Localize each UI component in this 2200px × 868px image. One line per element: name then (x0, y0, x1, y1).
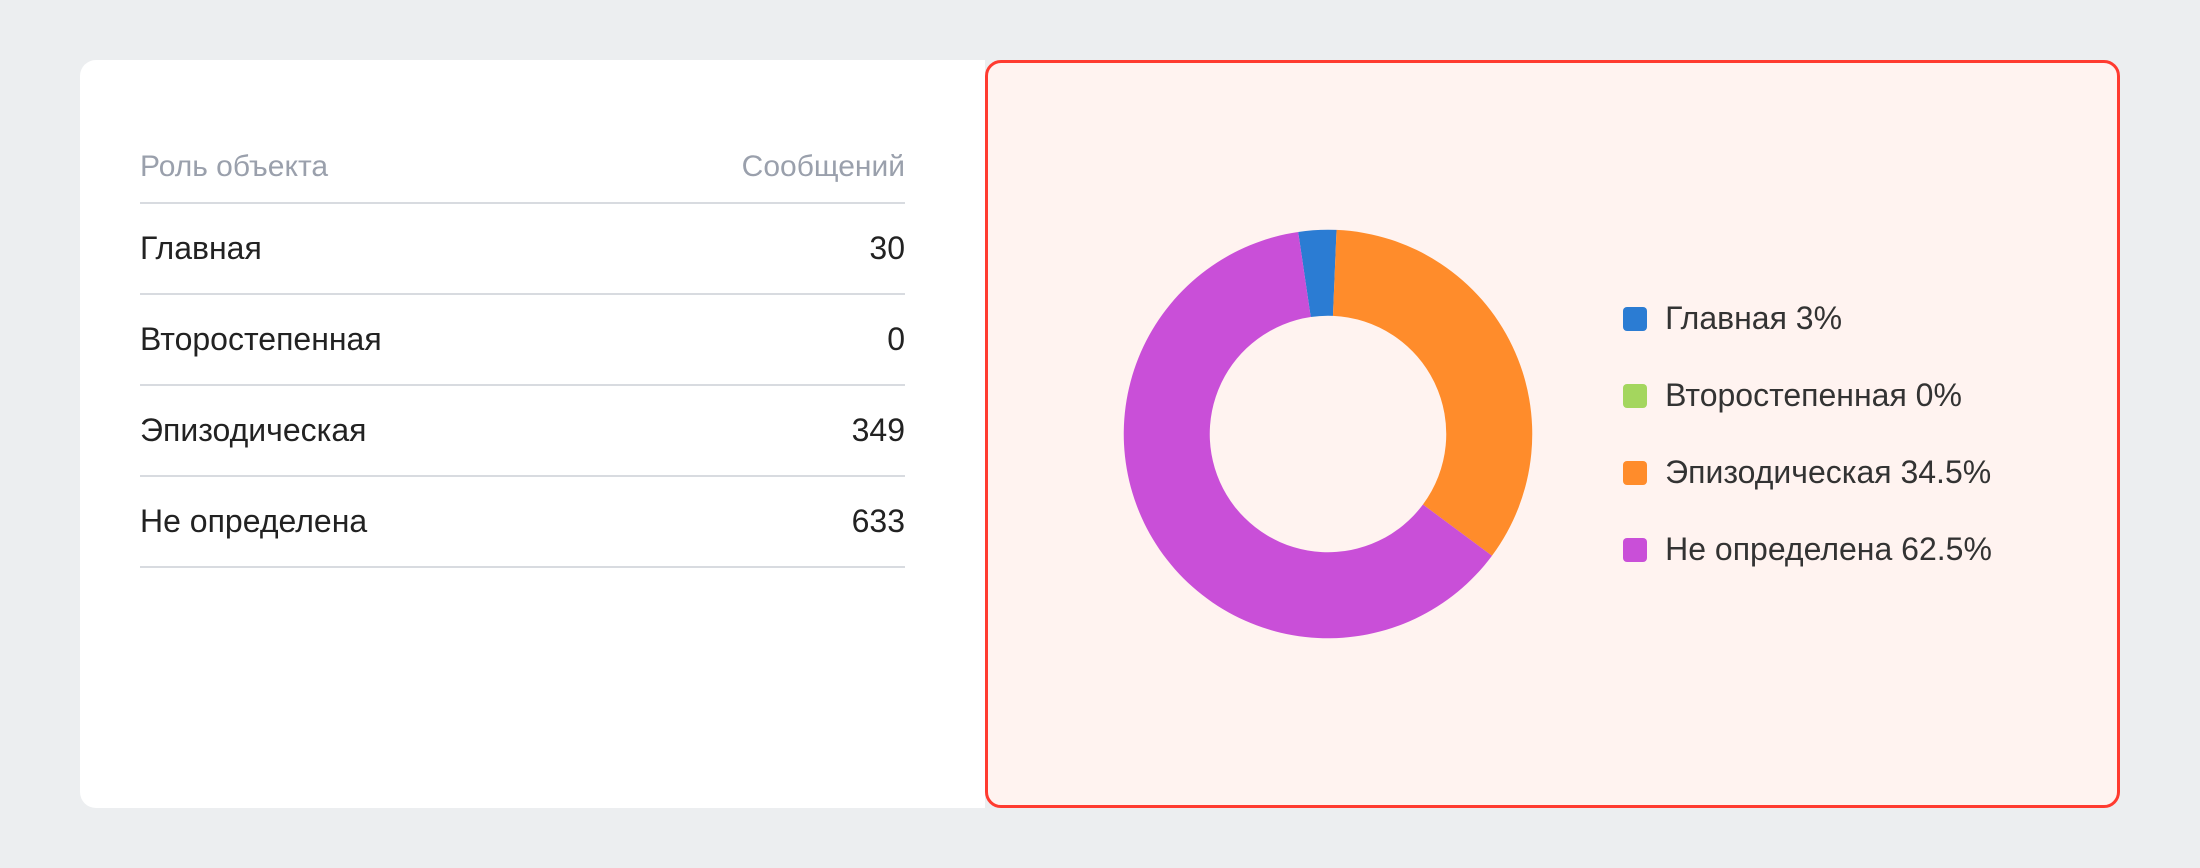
table-row: Не определена 633 (140, 476, 905, 567)
cell-role: Эпизодическая (140, 385, 596, 476)
table-row: Второстепенная 0 (140, 294, 905, 385)
legend-item: Эпизодическая 34.5% (1623, 454, 1992, 491)
cell-role: Главная (140, 203, 596, 294)
table-row: Главная 30 (140, 203, 905, 294)
cell-count: 633 (596, 476, 905, 567)
legend-swatch-icon (1623, 538, 1647, 562)
legend-swatch-icon (1623, 461, 1647, 485)
table-panel: Роль объекта Сообщений Главная 30 Второс… (80, 60, 985, 808)
legend-item: Не определена 62.5% (1623, 531, 1992, 568)
cell-count: 349 (596, 385, 905, 476)
role-table: Роль объекта Сообщений Главная 30 Второс… (140, 150, 905, 568)
chart-panel: Главная 3% Второстепенная 0% Эпизодическ… (985, 60, 2120, 808)
legend-label: Не определена 62.5% (1665, 531, 1992, 568)
legend-label: Второстепенная 0% (1665, 377, 1962, 414)
legend-label: Главная 3% (1665, 300, 1842, 337)
donut-slice (1333, 230, 1532, 556)
donut-chart (1113, 219, 1543, 649)
cell-count: 0 (596, 294, 905, 385)
cell-role: Не определена (140, 476, 596, 567)
legend-item: Главная 3% (1623, 300, 1992, 337)
table-row: Эпизодическая 349 (140, 385, 905, 476)
legend-swatch-icon (1623, 384, 1647, 408)
cell-role: Второстепенная (140, 294, 596, 385)
legend-swatch-icon (1623, 307, 1647, 331)
col-count: Сообщений (596, 150, 905, 203)
legend-label: Эпизодическая 34.5% (1665, 454, 1991, 491)
col-role: Роль объекта (140, 150, 596, 203)
cell-count: 30 (596, 203, 905, 294)
legend-item: Второстепенная 0% (1623, 377, 1992, 414)
chart-legend: Главная 3% Второстепенная 0% Эпизодическ… (1623, 300, 1992, 568)
